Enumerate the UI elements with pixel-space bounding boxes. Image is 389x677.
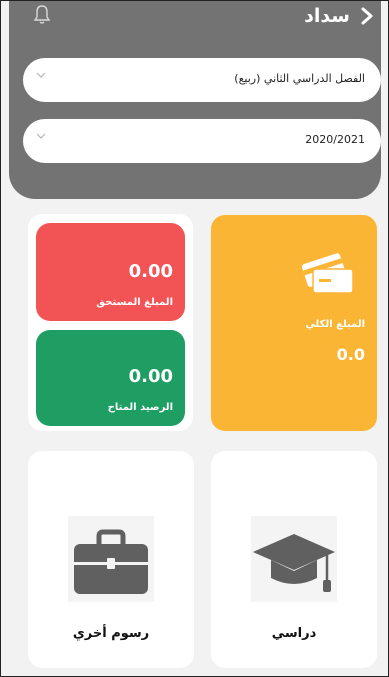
academic-label: دراسي xyxy=(271,626,317,641)
bell-icon[interactable] xyxy=(33,3,51,25)
academic-fees-card[interactable]: دراسي xyxy=(211,451,377,668)
year-select[interactable]: 2020/2021 xyxy=(23,119,381,163)
total-amount: 0.0 xyxy=(336,345,365,364)
total-label: المبلغ الكلي xyxy=(305,319,365,330)
graduation-cap-icon xyxy=(253,534,335,592)
available-amount: 0.00 xyxy=(128,366,173,387)
due-amount: 0.00 xyxy=(128,261,173,282)
chevron-right-icon[interactable] xyxy=(358,6,376,26)
due-label: المبلغ المستحق xyxy=(96,297,173,308)
total-amount-tile: المبلغ الكلي 0.0 xyxy=(211,215,377,431)
briefcase-icon xyxy=(74,529,148,594)
other-fees-label: رسوم أخري xyxy=(72,626,150,641)
year-value: 2020/2021 xyxy=(305,133,365,146)
semester-select[interactable]: الفصل الدراسي الثاني (ربيع) xyxy=(23,58,381,102)
other-fees-card[interactable]: رسوم أخري xyxy=(28,451,194,668)
chevron-down-icon xyxy=(36,72,46,78)
icon-box xyxy=(68,516,154,602)
available-label: الرصيد المتاح xyxy=(107,402,173,413)
chevron-down-icon xyxy=(36,133,46,139)
available-balance-tile: 0.00 الرصيد المتاح xyxy=(36,330,185,426)
semester-value: الفصل الدراسي الثاني (ربيع) xyxy=(234,72,365,85)
icon-box xyxy=(251,516,337,602)
page-title: سداد xyxy=(304,5,350,27)
app-frame: سداد الفصل الدراسي الثاني (ربيع) 2020/20… xyxy=(0,0,389,677)
credit-cards-icon xyxy=(301,253,354,294)
due-amount-tile: 0.00 المبلغ المستحق xyxy=(36,223,185,321)
